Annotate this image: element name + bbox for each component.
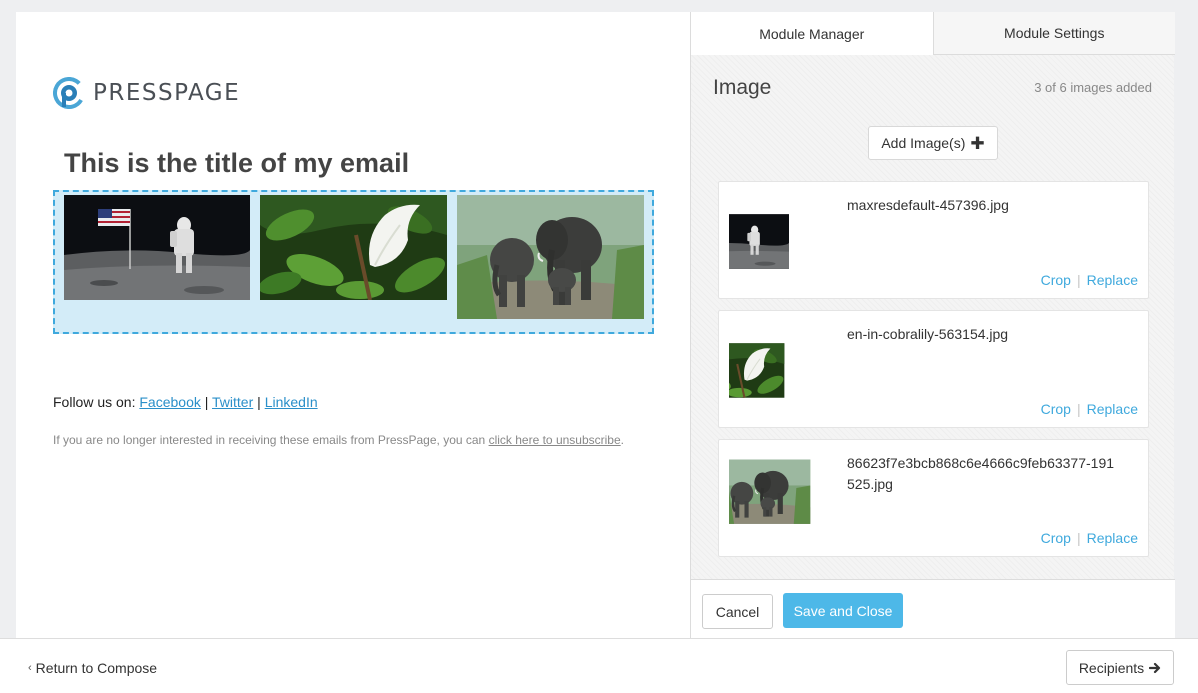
image-count: 3 of 6 images added bbox=[1034, 80, 1152, 95]
arrow-right-icon bbox=[1149, 662, 1161, 673]
replace-link[interactable]: Replace bbox=[1087, 401, 1138, 417]
bottom-bar: ‹ Return to Compose Recipients bbox=[0, 638, 1198, 693]
image-actions: Crop | Replace bbox=[1041, 272, 1138, 288]
social-follow-line: Follow us on: Facebook | Twitter | Linke… bbox=[53, 394, 318, 410]
twitter-link[interactable]: Twitter bbox=[212, 394, 253, 410]
recipients-label: Recipients bbox=[1078, 659, 1145, 676]
image-card: en-in-cobralily-563154.jpg Crop | Replac… bbox=[718, 310, 1149, 428]
replace-link[interactable]: Replace bbox=[1087, 272, 1138, 288]
email-image-cobra-lily bbox=[260, 195, 447, 300]
email-image-astronaut bbox=[64, 195, 250, 300]
image-thumbnail bbox=[729, 322, 826, 419]
action-separator: | bbox=[1076, 401, 1081, 417]
email-image-elephants bbox=[457, 195, 644, 319]
email-title[interactable]: This is the title of my email bbox=[64, 148, 409, 179]
panel-footer: Cancel Save and Close bbox=[691, 579, 1175, 638]
image-card: maxresdefault-457396.jpg Crop | Replace bbox=[718, 181, 1149, 299]
image-thumbnail bbox=[729, 451, 826, 548]
unsubscribe-text: If you are no longer interested in recei… bbox=[53, 433, 486, 447]
panel-title: Image bbox=[713, 76, 772, 99]
presspage-logo-icon bbox=[53, 77, 85, 109]
unsubscribe-link[interactable]: click here to unsubscribe bbox=[489, 433, 621, 447]
panel-tabs: Module Manager Module Settings bbox=[691, 12, 1175, 55]
tab-module-settings[interactable]: Module Settings bbox=[933, 12, 1175, 55]
add-images-label: Add Image(s) bbox=[881, 135, 966, 151]
image-filename: maxresdefault-457396.jpg bbox=[847, 197, 1009, 213]
linkedin-link[interactable]: LinkedIn bbox=[265, 394, 318, 410]
image-card: 86623f7e3bcb868c6e4666c9feb63377-191525.… bbox=[718, 439, 1149, 557]
cancel-button[interactable]: Cancel bbox=[702, 594, 773, 629]
return-to-compose-link[interactable]: ‹ Return to Compose bbox=[28, 660, 157, 676]
recipients-button[interactable]: Recipients bbox=[1066, 650, 1174, 685]
image-actions: Crop | Replace bbox=[1041, 401, 1138, 417]
tab-module-manager[interactable]: Module Manager bbox=[691, 12, 934, 55]
presspage-logo: PRESSPAGE bbox=[53, 77, 240, 109]
save-and-close-button[interactable]: Save and Close bbox=[783, 593, 903, 628]
follow-label: Follow us on: bbox=[53, 394, 136, 410]
crop-link[interactable]: Crop bbox=[1041, 401, 1071, 417]
facebook-link[interactable]: Facebook bbox=[139, 394, 200, 410]
image-thumbnail bbox=[729, 193, 826, 290]
crop-link[interactable]: Crop bbox=[1041, 272, 1071, 288]
image-filename: en-in-cobralily-563154.jpg bbox=[847, 326, 1009, 342]
link-separator: | bbox=[204, 394, 209, 410]
return-label: Return to Compose bbox=[35, 660, 158, 676]
action-separator: | bbox=[1076, 272, 1081, 288]
logo-text: PRESSPAGE bbox=[93, 80, 241, 106]
image-actions: Crop | Replace bbox=[1041, 530, 1138, 546]
email-canvas: PRESSPAGE This is the title of my email … bbox=[16, 12, 691, 638]
image-filename: 86623f7e3bcb868c6e4666c9feb63377-191525.… bbox=[847, 455, 1115, 492]
unsubscribe-line: If you are no longer interested in recei… bbox=[53, 433, 624, 447]
module-panel: Module Manager Module Settings Image 3 o… bbox=[690, 12, 1175, 638]
add-images-button[interactable]: Add Image(s) ✚ bbox=[868, 126, 998, 160]
image-module[interactable] bbox=[53, 190, 654, 334]
plus-icon: ✚ bbox=[970, 133, 985, 153]
unsubscribe-end: . bbox=[620, 433, 624, 447]
replace-link[interactable]: Replace bbox=[1087, 530, 1138, 546]
chevron-left-icon: ‹ bbox=[28, 662, 32, 674]
link-separator: | bbox=[257, 394, 261, 410]
crop-link[interactable]: Crop bbox=[1041, 530, 1071, 546]
action-separator: | bbox=[1076, 530, 1081, 546]
